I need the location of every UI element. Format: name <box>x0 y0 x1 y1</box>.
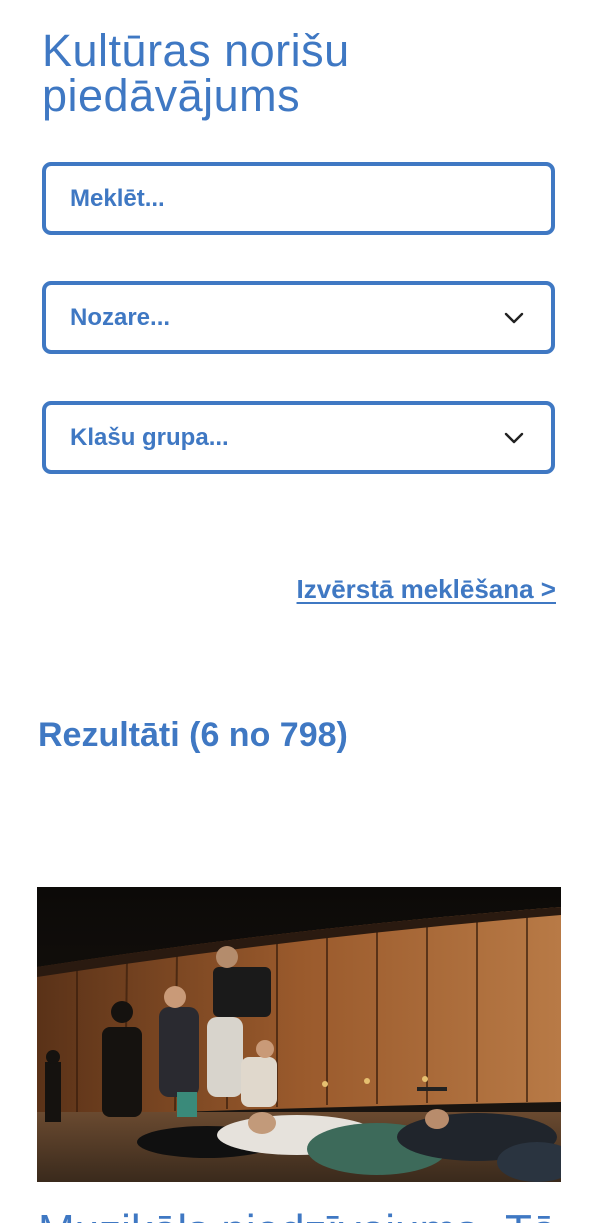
chevron-down-icon <box>503 307 525 329</box>
results-heading: Rezultāti (6 no 798) <box>38 716 348 754</box>
sector-select-value: Nozare... <box>70 303 171 331</box>
page-title: Kultūras norišu piedāvājums <box>42 25 350 121</box>
class-group-select[interactable]: Klašu grupa... <box>42 401 555 474</box>
sector-select[interactable]: Nozare... <box>42 281 555 354</box>
class-group-select-value: Klašu grupa... <box>70 423 229 451</box>
chevron-down-icon <box>503 427 525 449</box>
search-input[interactable] <box>70 184 525 213</box>
advanced-search-link[interactable]: Izvērstā meklēšana > <box>297 574 556 605</box>
performance-photo[interactable] <box>37 887 561 1182</box>
search-field[interactable] <box>42 162 555 235</box>
card-title[interactable]: Muzikāls piedzīvojums „Tā <box>38 1206 596 1223</box>
